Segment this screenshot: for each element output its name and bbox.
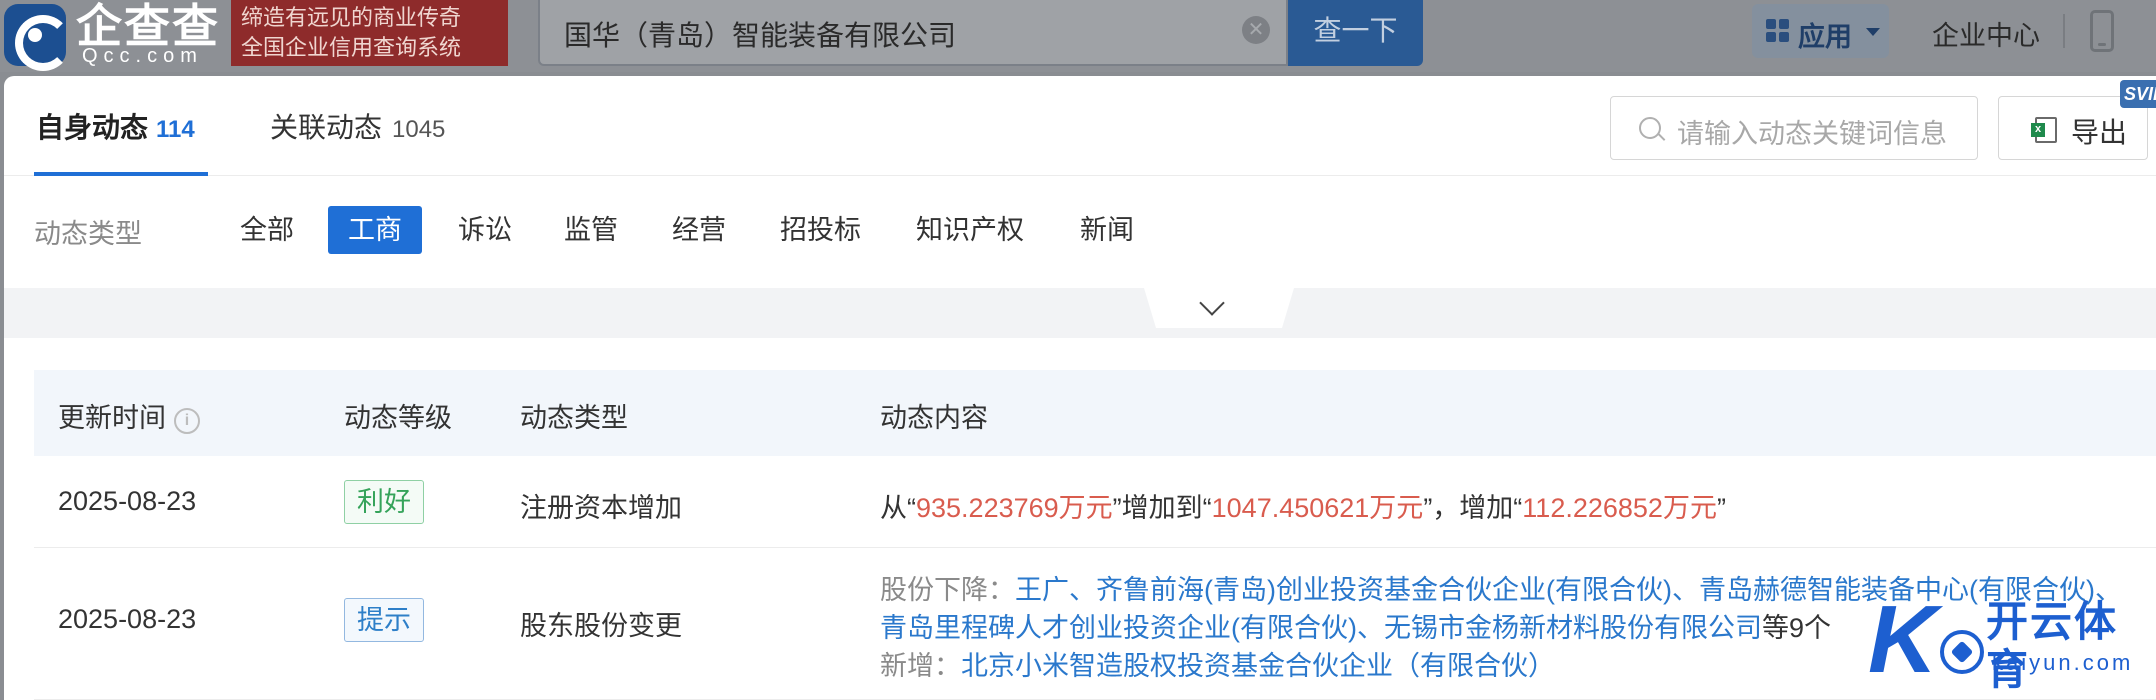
filter-news[interactable]: 新闻	[1080, 206, 1134, 254]
tab-own-count: 114	[156, 116, 195, 143]
decrease-more: 等9个	[1761, 613, 1832, 643]
dynamics-panel: 自身动态 114 关联动态 1045 请输入动态关键词信息 导出 SVIP 动态类型…	[4, 76, 2156, 700]
filter-all[interactable]: 全部	[240, 206, 294, 254]
filter-business[interactable]: 工商	[328, 206, 422, 254]
collapse-strip	[4, 288, 2156, 338]
added-holder-link[interactable]: 北京小米智造股权投资基金合伙企业（有限合伙）	[961, 651, 1555, 681]
search-button[interactable]: 查一下	[1288, 0, 1423, 66]
keyword-search-input[interactable]: 请输入动态关键词信息	[1610, 96, 1978, 160]
qcc-logo-icon	[4, 4, 71, 71]
capital-to: 1047.450621万元	[1211, 493, 1424, 523]
content-text: ”	[1716, 493, 1726, 523]
keyword-placeholder: 请输入动态关键词信息	[1677, 119, 1947, 149]
table-row: 2025-08-23 提示 股东股份变更 股份下降：王广、齐鲁前海(青岛)创业投…	[34, 548, 2156, 700]
qcc-logo[interactable]: 企查查 Qcc.com	[0, 0, 230, 72]
grid-icon	[1766, 19, 1790, 43]
shares-decrease-line-2: 青岛里程碑人才创业投资企业(有限合伙)、无锡市金杨新材料股份有限公司等9个	[880, 606, 1831, 645]
tab-own-label: 自身动态	[36, 112, 149, 143]
app-menu-button[interactable]: 应用	[1752, 4, 1889, 58]
tab-related-label: 关联动态	[270, 112, 383, 143]
filter-operation[interactable]: 经营	[672, 206, 726, 254]
divider	[2063, 14, 2065, 48]
active-tab-indicator	[34, 172, 208, 176]
row-date: 2025-08-23	[58, 486, 197, 516]
table-header: 更新时间 i 动态等级 动态类型 动态内容	[34, 370, 2156, 456]
phone-icon[interactable]	[2090, 10, 2114, 52]
watermark-cn: 开云体育	[1986, 598, 2119, 693]
filter-litigation[interactable]: 诉讼	[458, 206, 512, 254]
tab-related-dynamics[interactable]: 关联动态 1045	[270, 106, 445, 146]
filter-label: 动态类型	[34, 219, 142, 249]
football-icon	[1940, 630, 1984, 674]
row-content: 从“935.223769万元”增加到“1047.450621万元”，增加“112…	[880, 486, 1726, 525]
shareholder-added-line: 新增：北京小米智造股权投资基金合伙企业（有限合伙）	[880, 644, 1555, 683]
capital-from: 935.223769万元	[916, 493, 1113, 523]
export-label: 导出	[2071, 117, 2128, 148]
capital-delta: 112.226852万元	[1522, 493, 1717, 523]
tab-related-count: 1045	[392, 116, 446, 143]
th-content: 动态内容	[880, 403, 988, 433]
th-type: 动态类型	[520, 403, 628, 433]
svip-badge: SVIP	[2120, 80, 2156, 108]
th-update-time-label: 更新时间	[58, 403, 166, 433]
search-value: 国华（青岛）智能装备有限公司	[564, 20, 957, 51]
th-update-time: 更新时间 i	[58, 396, 200, 435]
content-text: 从“	[880, 493, 916, 523]
info-icon[interactable]: i	[174, 408, 200, 434]
top-bar: 企查查 Qcc.com 缔造有远见的商业传奇 全国企业信用查询系统 国华（青岛）…	[0, 0, 2156, 72]
tab-bar: 自身动态 114 关联动态 1045 请输入动态关键词信息 导出 SVIP	[4, 76, 2156, 176]
watermark-en: kaiyun.com	[1992, 650, 2134, 675]
slogan: 缔造有远见的商业传奇 全国企业信用查询系统	[231, 0, 508, 66]
watermark-k-letter: K	[1868, 586, 1938, 693]
caret-down-icon	[1866, 28, 1880, 36]
row-type: 股东股份变更	[520, 611, 682, 641]
logo-url: Qcc.com	[82, 45, 203, 67]
search-icon	[1639, 117, 1661, 139]
content-text: ”增加到“	[1112, 493, 1212, 523]
app-menu-label: 应用	[1798, 22, 1852, 52]
corp-center-link[interactable]: 企业中心	[1932, 14, 2040, 53]
table-row: 2025-08-23 利好 注册资本增加 从“935.223769万元”增加到“…	[34, 456, 2156, 548]
decrease-label: 股份下降：	[880, 575, 1015, 605]
excel-icon	[2031, 117, 2057, 143]
slogan-line-2: 全国企业信用查询系统	[241, 35, 462, 60]
filter-bidding[interactable]: 招投标	[780, 206, 861, 254]
level-badge-hint: 提示	[344, 598, 424, 642]
company-search-input[interactable]: 国华（青岛）智能装备有限公司 ✕	[538, 0, 1288, 66]
kaiyun-watermark-logo: K 开云体育 kaiyun.com	[1868, 590, 2156, 700]
slogan-line-1: 缔造有远见的商业传奇	[241, 5, 462, 30]
filter-regulation[interactable]: 监管	[564, 206, 618, 254]
th-level: 动态等级	[344, 403, 452, 433]
level-badge-good: 利好	[344, 480, 424, 524]
row-date: 2025-08-23	[58, 604, 197, 634]
clear-icon[interactable]: ✕	[1242, 16, 1270, 44]
content-text: ”，增加“	[1423, 493, 1523, 523]
add-label: 新增：	[880, 651, 961, 681]
decrease-holders-link[interactable]: 青岛里程碑人才创业投资企业(有限合伙)、无锡市金杨新材料股份有限公司	[880, 613, 1762, 643]
filter-ip[interactable]: 知识产权	[916, 206, 1024, 254]
tab-own-dynamics[interactable]: 自身动态 114	[36, 106, 195, 146]
row-type: 注册资本增加	[520, 493, 682, 523]
